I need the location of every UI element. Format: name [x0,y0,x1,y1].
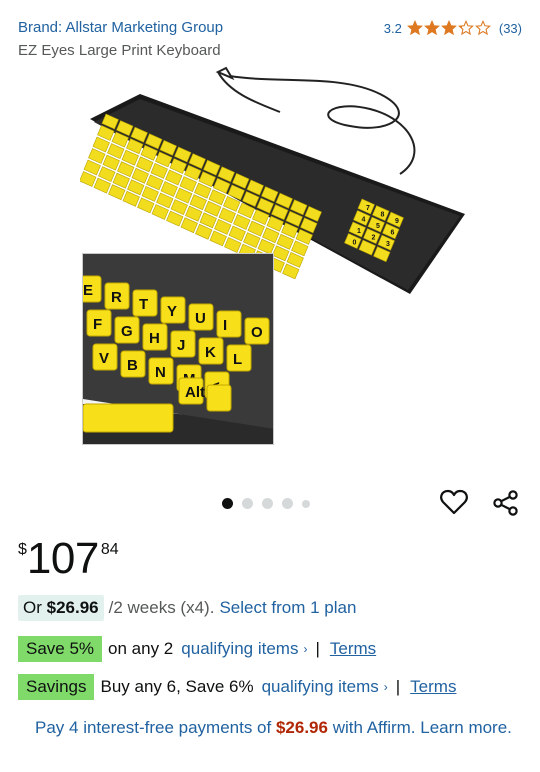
spacebar-key [83,403,174,433]
affirm-suffix: with Affirm. Learn more. [332,718,512,737]
promo-row: Save 5% on any 2 qualifying items › | Te… [18,636,376,662]
divider: | [395,677,401,696]
key-label: Y [167,303,177,320]
promo-text: on any 2 [108,639,174,658]
key-label: E [83,282,93,299]
chevron-right-icon: › [303,642,308,656]
key-label: 5 [376,223,380,230]
pagination-dot[interactable] [262,498,273,509]
keys-closeup-image: ERTYUIOFGHJKLVBNM<Alt [83,254,273,444]
brand-link[interactable]: Brand: Allstar Marketing Group [18,19,223,36]
key-label: R [111,289,122,306]
star-icon [423,20,440,36]
save-badge: Save 5% [18,636,103,662]
closeup-key [216,310,242,338]
key-label: B [127,357,138,374]
star-icon [457,20,474,36]
star-icon [474,20,491,36]
chevron-right-icon: › [383,680,388,694]
key-label: V [99,350,109,367]
promo-text: Buy any 6, Save 6% [100,677,254,696]
heart-outline-icon[interactable] [440,489,468,515]
affirm-amount: $26.96 [275,718,328,737]
key-label: 2 [372,235,376,242]
qualifying-items-link[interactable]: qualifying items [262,677,379,697]
key-label: N [155,364,166,381]
key-label: L [233,351,242,368]
key-label: 4 [362,217,366,224]
terms-link[interactable]: Terms [410,677,456,697]
key-label: H [149,330,160,347]
rating-summary[interactable]: 3.2 (33) [384,20,522,36]
qualifying-items-link[interactable]: qualifying items [181,639,298,659]
promo-row: Savings Buy any 6, Save 6% qualifying it… [18,674,456,700]
rating-count: (33) [498,20,522,36]
key-label: 7 [366,205,370,212]
key-label: 9 [395,218,399,225]
price-fraction: 84 [100,541,119,558]
key-label: U [195,310,206,327]
key-label: O [251,324,263,341]
key-label: 0 [353,240,357,247]
gallery-pagination[interactable] [222,498,310,509]
affirm-prefix: Pay 4 interest-free payments of [35,718,272,737]
key-label: G [121,323,133,340]
product-title: EZ Eyes Large Print Keyboard [18,42,221,59]
share-icon[interactable] [493,490,519,516]
pagination-dot[interactable] [242,498,253,509]
star-icon [440,20,457,36]
key-label: K [205,344,216,361]
key-label: 6 [391,230,395,237]
affirm-offer[interactable]: Pay 4 interest-free payments of $26.96 w… [35,716,515,740]
pagination-dot[interactable] [282,498,293,509]
installment-period: /2 weeks (x4). [108,598,215,617]
rating-value: 3.2 [383,20,402,36]
key-label: J [177,337,185,354]
installment-amount: $26.96 [46,598,99,617]
pagination-dot[interactable] [302,499,310,508]
installment-plan: Or $26.96 /2 weeks (x4). Select from 1 p… [18,595,356,621]
key-label: 1 [357,228,361,235]
savings-badge: Savings [18,674,95,700]
price-symbol: $ [18,541,27,558]
price: $ 107 84 [18,534,119,584]
zoom-thumbnail[interactable]: ERTYUIOFGHJKLVBNM<Alt [82,253,274,445]
installment-pill: Or $26.96 [18,595,104,621]
closeup-key [206,384,232,412]
key-label: 8 [381,212,385,219]
star-icon [406,20,423,36]
price-whole: 107 [26,534,99,583]
key-label: T [139,296,148,313]
installment-prefix: Or [23,598,42,617]
divider: | [315,639,320,658]
key-label: 3 [386,241,390,248]
star-rating [406,20,491,36]
key-label: F [93,316,102,333]
key-label: I [223,317,227,334]
pagination-dot[interactable] [222,498,233,509]
terms-link[interactable]: Terms [330,639,376,659]
key-label: Alt [185,384,205,401]
select-plan-link[interactable]: Select from 1 plan [219,598,356,618]
